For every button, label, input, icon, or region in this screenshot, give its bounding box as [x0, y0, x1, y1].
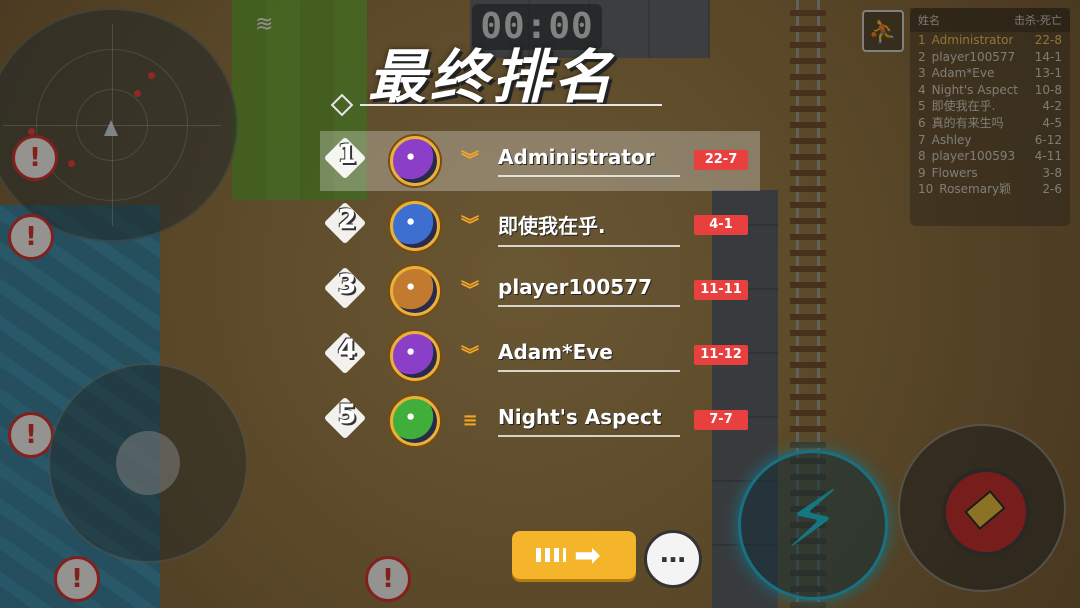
rank-chevron-icon: ︾: [461, 215, 479, 236]
next-button[interactable]: ➡: [512, 531, 636, 579]
rank-number: 5: [337, 399, 357, 430]
title-underline: [360, 104, 662, 106]
player-name: Adam*Eve: [498, 340, 680, 372]
tank-avatar-icon: [390, 331, 440, 381]
ranking-row[interactable]: 3 ︾ player100577 11-11: [320, 261, 760, 321]
speed-bars-icon: [536, 548, 566, 562]
tank-avatar-icon: [390, 396, 440, 446]
ranking-row[interactable]: 1 ︾ Administrator 22-7: [320, 131, 760, 191]
tank-avatar-icon: [390, 266, 440, 316]
rank-number: 1: [337, 139, 357, 170]
rank-number: 2: [337, 204, 357, 235]
ranking-title: 最终排名: [368, 43, 617, 111]
rank-chevron-icon: ︾: [461, 280, 479, 301]
kill-death-badge: 11-12: [694, 345, 748, 365]
player-name: Night's Aspect: [498, 405, 680, 437]
player-name: player100577: [498, 275, 680, 307]
tank-avatar-icon: [390, 136, 440, 186]
rank-number: 4: [337, 334, 357, 365]
player-name: Administrator: [498, 145, 680, 177]
next-arrow-icon: ➡: [574, 536, 601, 574]
ranking-row[interactable]: 5 ≡ Night's Aspect 7-7: [320, 391, 760, 451]
tank-avatar-icon: [390, 201, 440, 251]
kill-death-badge: 22-7: [694, 150, 748, 170]
chat-button[interactable]: …: [644, 530, 702, 588]
ranking-row[interactable]: 2 ︾ 即使我在乎. 4-1: [320, 196, 760, 256]
rank-bars-icon: ≡: [462, 410, 478, 431]
ranking-row[interactable]: 4 ︾ Adam*Eve 11-12: [320, 326, 760, 386]
kill-death-badge: 4-1: [694, 215, 748, 235]
player-name: 即使我在乎.: [498, 210, 680, 247]
rank-number: 3: [337, 269, 357, 300]
rank-chevron-icon: ︾: [461, 150, 479, 171]
kill-death-badge: 7-7: [694, 410, 748, 430]
rank-chevron-icon: ︾: [461, 345, 479, 366]
kill-death-badge: 11-11: [694, 280, 748, 300]
